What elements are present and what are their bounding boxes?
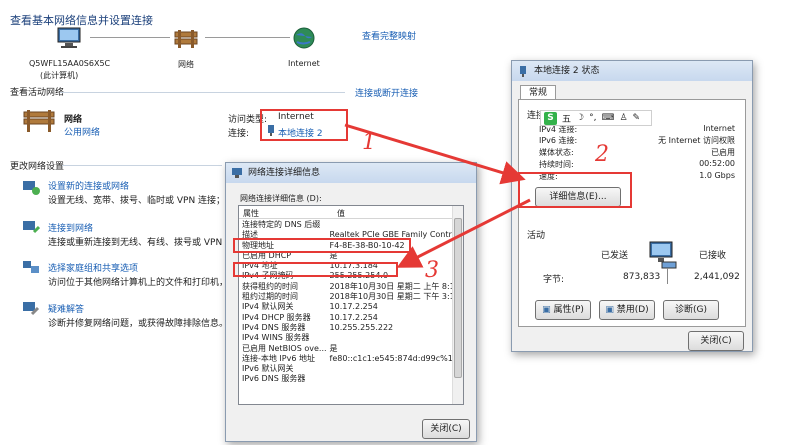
arrow-to-details bbox=[396, 198, 531, 268]
annotation-number-3: 3 bbox=[425, 258, 439, 283]
annotation-arrows bbox=[344, 123, 531, 268]
annotation-number-2: 2 bbox=[595, 142, 609, 167]
annotation-number-1: 1 bbox=[362, 130, 376, 155]
